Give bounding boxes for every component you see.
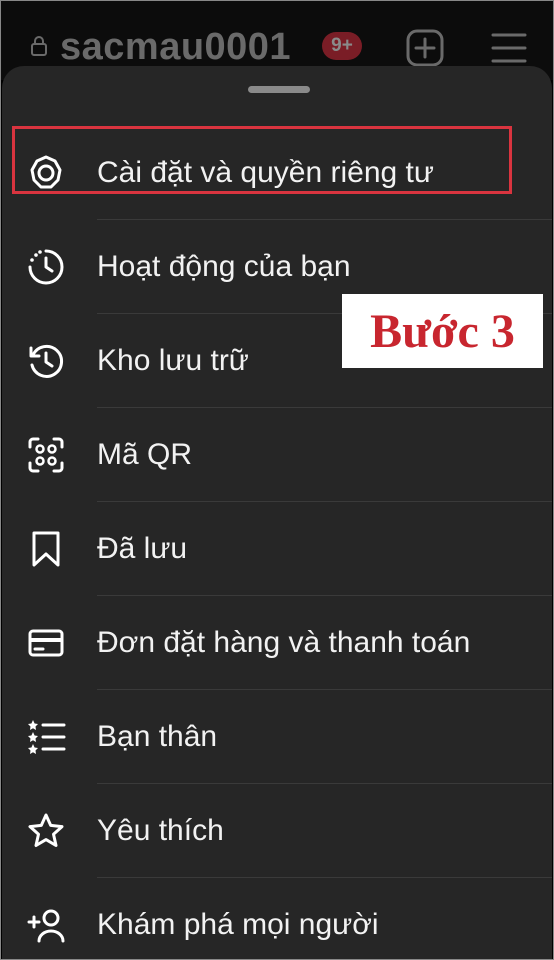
menu-item-qr-code[interactable]: Mã QR [2, 408, 552, 502]
menu-item-label: Mã QR [97, 438, 193, 471]
menu-item-saved[interactable]: Đã lưu [2, 502, 552, 596]
menu-item-label: Đơn đặt hàng và thanh toán [97, 626, 471, 659]
menu-item-label: Hoạt động của bạn [97, 250, 351, 283]
menu-item-label: Bạn thân [97, 720, 218, 753]
star-icon [26, 811, 66, 851]
bookmark-icon [26, 529, 66, 569]
menu-item-discover-people[interactable]: Khám phá mọi người [2, 878, 552, 960]
menu-item-label: Cài đặt và quyền riêng tư [97, 156, 434, 189]
menu-item-label: Yêu thích [97, 814, 224, 847]
qr-code-icon [26, 435, 66, 475]
menu-bottom-sheet: Cài đặt và quyền riêng tư Hoạt động của … [2, 66, 552, 960]
menu-item-favorites[interactable]: Yêu thích [2, 784, 552, 878]
settings-gear-icon [26, 153, 66, 193]
close-friends-list-icon [26, 717, 66, 757]
profile-username[interactable]: sacmau0001 [60, 26, 291, 69]
add-person-icon [26, 905, 66, 945]
notification-badge: 9+ [322, 32, 362, 60]
menu-item-label: Đã lưu [97, 532, 188, 565]
hamburger-menu-icon[interactable] [490, 30, 528, 66]
plus-square-icon[interactable] [405, 28, 445, 68]
step-annotation-label: Bước 3 [342, 294, 543, 368]
menu-item-label: Khám phá mọi người [97, 908, 379, 941]
lock-icon [31, 36, 47, 56]
menu-item-settings-privacy[interactable]: Cài đặt và quyền riêng tư [2, 126, 552, 220]
credit-card-icon [26, 623, 66, 663]
menu-item-orders-payments[interactable]: Đơn đặt hàng và thanh toán [2, 596, 552, 690]
archive-history-icon [26, 341, 66, 381]
activity-clock-icon [26, 247, 66, 287]
sheet-drag-handle[interactable] [248, 86, 310, 93]
menu-item-close-friends[interactable]: Bạn thân [2, 690, 552, 784]
menu-item-label: Kho lưu trữ [97, 344, 249, 377]
